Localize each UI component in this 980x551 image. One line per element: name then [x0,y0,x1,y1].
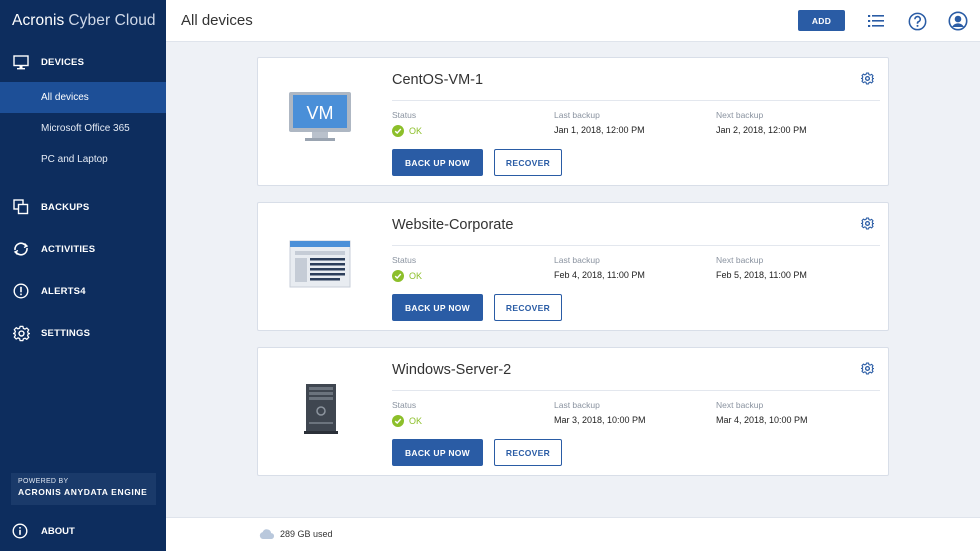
help-icon[interactable] [907,11,927,31]
vm-icon: VM [286,88,354,148]
device-name[interactable]: Website-Corporate [392,217,513,233]
status-ok-text: OK [409,126,423,136]
card-divider [392,100,880,101]
sidebar-item-settings[interactable]: SETTINGS [0,313,166,353]
check-circle-icon [392,270,404,282]
sidebar-item-label: ABOUT [41,525,75,537]
last-backup-column: Last backup Jan 1, 2018, 12:00 PM [554,110,645,135]
next-backup-value: Jan 2, 2018, 12:00 PM [716,125,807,135]
status-ok-text: OK [409,271,423,281]
backups-icon [12,198,30,216]
device-card: Website-Corporate Status OK Last backup … [257,202,889,331]
next-backup-label: Next backup [716,255,764,265]
sidebar-subitem-all-devices[interactable]: All devices [0,82,166,113]
top-header: All devices ADD [166,0,980,42]
powered-by-badge: POWERED BY ACRONIS ANYDATA ENGINE [11,473,156,505]
status-column: Status OK [392,400,422,427]
info-icon [12,523,28,539]
last-backup-value: Jan 1, 2018, 12:00 PM [554,125,645,135]
sidebar-subitem-label: Microsoft Office 365 [41,123,130,134]
card-divider [392,245,880,246]
sidebar: Acronis Cyber Cloud DEVICES All devices M… [0,0,166,551]
powered-by-label: POWERED BY [18,478,69,485]
server-icon [286,378,354,438]
engine-label: ACRONIS ANYDATA ENGINE [18,487,148,497]
next-backup-column: Next backup Feb 5, 2018, 11:00 PM [716,255,807,280]
status-value: OK [392,125,422,137]
list-view-icon[interactable] [866,11,886,31]
status-column: Status OK [392,255,422,282]
last-backup-column: Last backup Mar 3, 2018, 10:00 PM [554,400,646,425]
sidebar-item-label: ALERTS4 [41,285,86,297]
recover-button[interactable]: RECOVER [494,294,562,321]
footer-bar: 289 GB used [166,517,980,551]
activities-icon [12,240,30,258]
device-settings-gear-icon[interactable] [860,217,875,231]
status-label: Status [392,400,417,410]
last-backup-label: Last backup [554,255,600,265]
storage-usage: 289 GB used [259,529,333,540]
sidebar-item-about[interactable]: ABOUT [0,516,166,546]
back-up-now-button[interactable]: BACK UP NOW [392,294,483,321]
next-backup-value: Mar 4, 2018, 10:00 PM [716,415,808,425]
device-card: VM CentOS-VM-1 Status OK Last backup Jan… [257,57,889,186]
sidebar-subitem-label: PC and Laptop [41,154,108,165]
last-backup-label: Last backup [554,400,600,410]
last-backup-label: Last backup [554,110,600,120]
sidebar-item-devices[interactable]: DEVICES [0,42,166,82]
sidebar-item-label: ACTIVITIES [41,243,96,255]
last-backup-value: Feb 4, 2018, 11:00 PM [554,270,645,280]
sidebar-subitem-label: All devices [41,92,89,103]
recover-button[interactable]: RECOVER [494,439,562,466]
gear-icon [12,324,30,342]
monitor-icon [12,53,30,71]
sidebar-item-label: SETTINGS [41,327,91,339]
last-backup-value: Mar 3, 2018, 10:00 PM [554,415,646,425]
next-backup-column: Next backup Jan 2, 2018, 12:00 PM [716,110,807,135]
device-settings-gear-icon[interactable] [860,362,875,376]
page-title: All devices [181,12,253,29]
sidebar-item-label: BACKUPS [41,201,90,213]
user-account-icon[interactable] [948,11,968,31]
back-up-now-button[interactable]: BACK UP NOW [392,149,483,176]
sidebar-item-backups[interactable]: BACKUPS [0,187,166,227]
last-backup-column: Last backup Feb 4, 2018, 11:00 PM [554,255,645,280]
status-column: Status OK [392,110,422,137]
device-settings-gear-icon[interactable] [860,72,875,86]
card-divider [392,390,880,391]
next-backup-column: Next backup Mar 4, 2018, 10:00 PM [716,400,808,425]
vm-label: VM [307,103,334,123]
status-value: OK [392,270,422,282]
device-name[interactable]: CentOS-VM-1 [392,72,483,88]
sidebar-item-alerts[interactable]: ALERTS4 [0,271,166,311]
brand-logo[interactable]: Acronis Cyber Cloud [0,0,166,42]
status-value: OK [392,415,422,427]
device-card: Windows-Server-2 Status OK Last backup M… [257,347,889,476]
sidebar-subitem-office-365[interactable]: Microsoft Office 365 [0,113,166,144]
device-name[interactable]: Windows-Server-2 [392,362,511,378]
status-ok-text: OK [409,416,423,426]
check-circle-icon [392,415,404,427]
next-backup-label: Next backup [716,400,764,410]
sidebar-item-label: DEVICES [41,56,85,68]
storage-text: 289 GB used [280,529,333,539]
website-icon [286,233,354,293]
alert-icon [12,282,30,300]
status-label: Status [392,255,417,265]
brand-name-bold: Acronis [12,12,65,29]
cloud-icon [259,529,275,540]
back-up-now-button[interactable]: BACK UP NOW [392,439,483,466]
status-label: Status [392,110,417,120]
recover-button[interactable]: RECOVER [494,149,562,176]
add-button[interactable]: ADD [798,10,845,31]
check-circle-icon [392,125,404,137]
brand-name-rest: Cyber Cloud [68,12,156,29]
sidebar-subitem-pc-laptop[interactable]: PC and Laptop [0,144,166,175]
next-backup-value: Feb 5, 2018, 11:00 PM [716,270,807,280]
next-backup-label: Next backup [716,110,764,120]
sidebar-item-activities[interactable]: ACTIVITIES [0,229,166,269]
